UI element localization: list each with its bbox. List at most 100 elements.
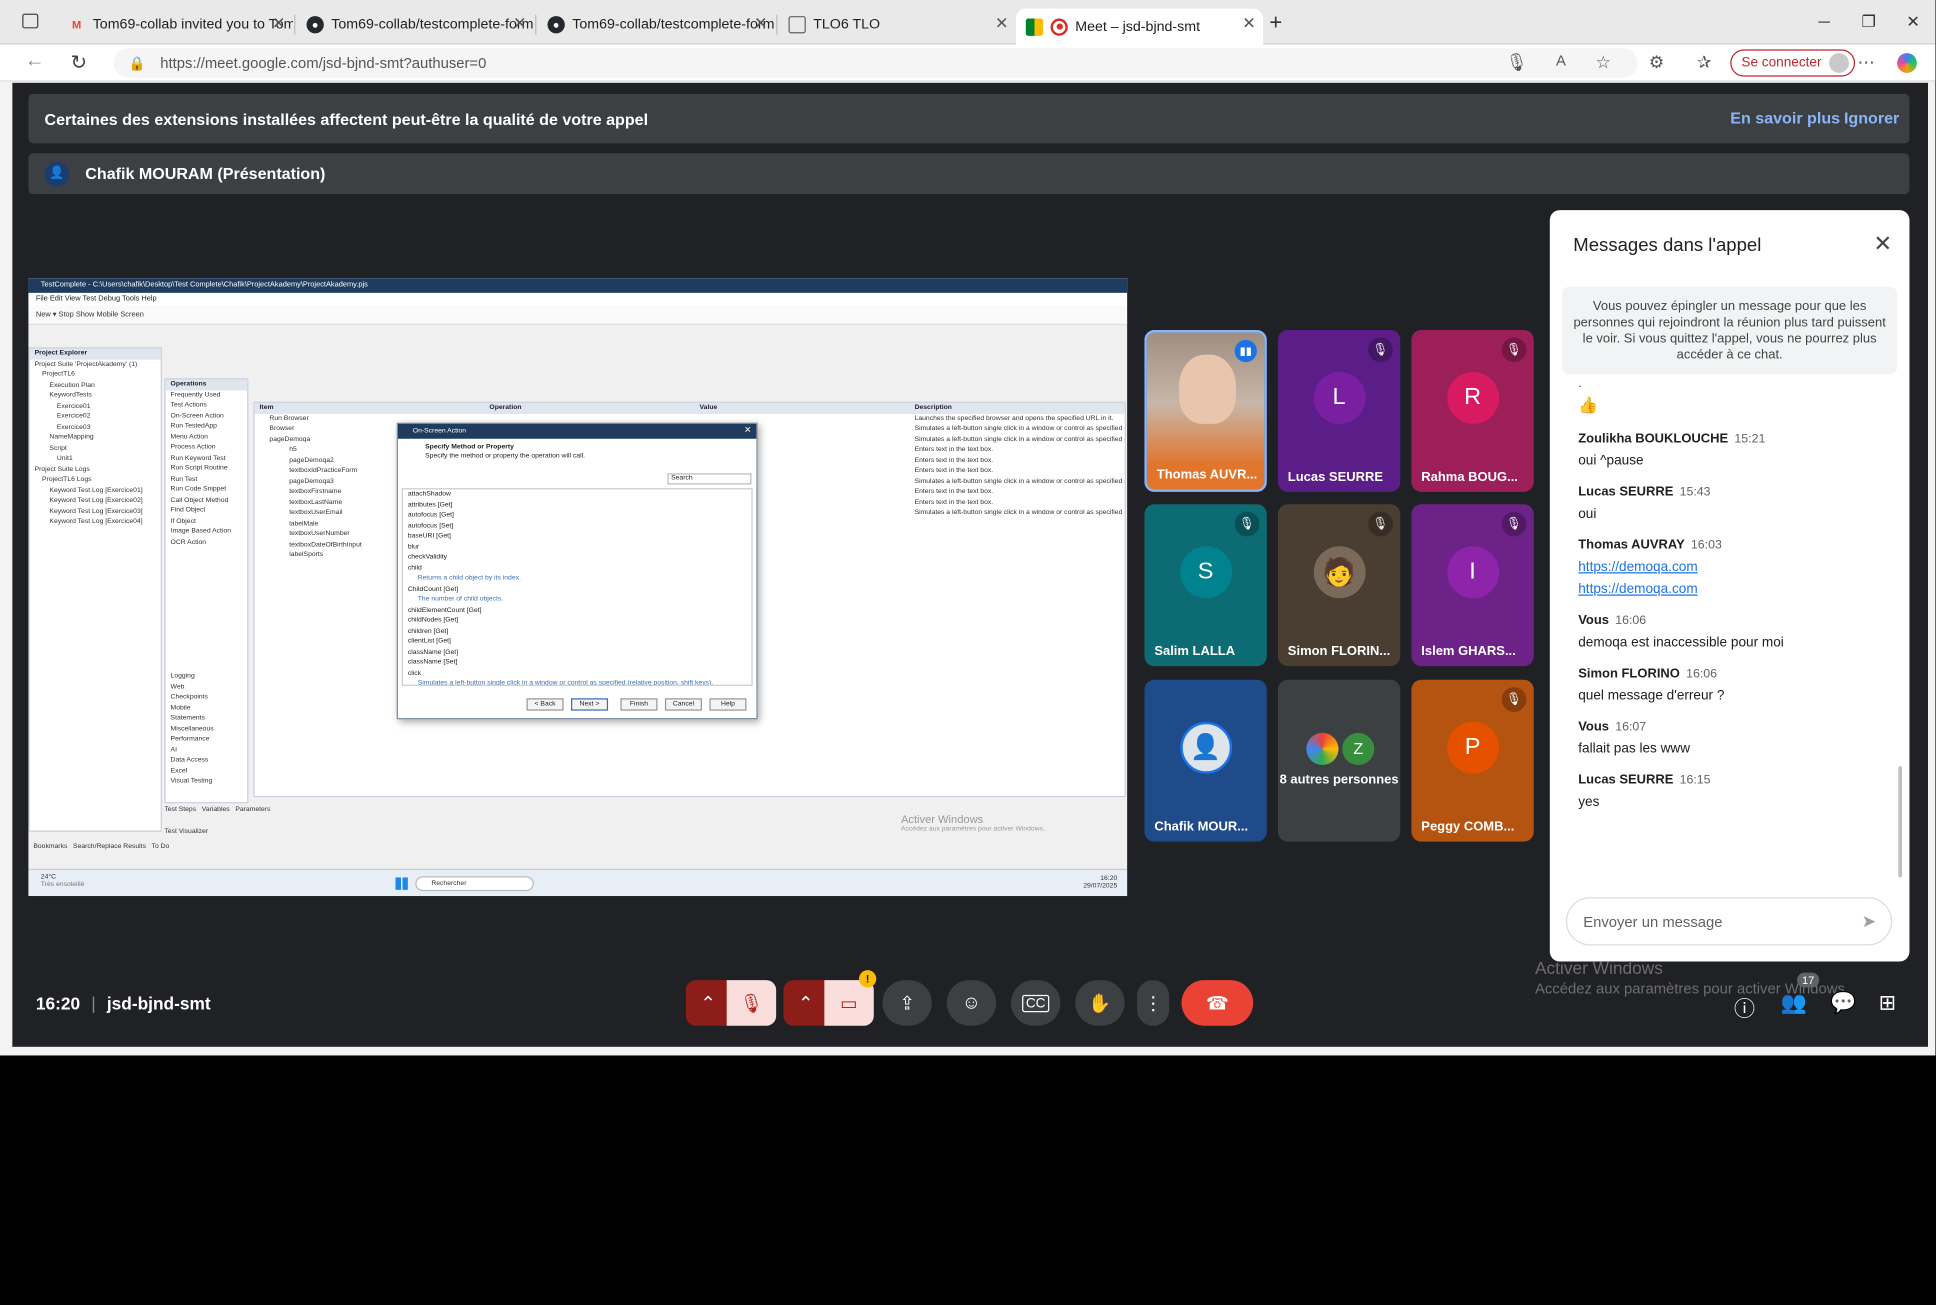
chat-scrollbar[interactable] (1898, 766, 1903, 878)
method-list-item[interactable]: autofocus [Get] (403, 510, 752, 521)
chat-message-link[interactable]: https://demoqa.com (1578, 582, 1894, 597)
operation-category[interactable]: Visual Testing (166, 776, 248, 787)
meeting-details-icon[interactable]: ⓘ (1734, 991, 1755, 1022)
raise-hand-button[interactable]: ✋ (1075, 980, 1125, 1026)
favorites-icon[interactable]: ✰ (1697, 52, 1712, 73)
operation-category[interactable]: AI (166, 745, 248, 756)
method-list-item[interactable]: checkValidity (403, 552, 752, 563)
method-list-item[interactable]: Returns a child object by its index. (403, 573, 752, 584)
copilot-icon[interactable] (1897, 53, 1917, 73)
close-tab-icon[interactable]: ✕ (272, 14, 285, 34)
operation-item[interactable]: OCR Action (166, 537, 248, 548)
dialog-close-icon[interactable]: ✕ (744, 425, 751, 435)
operation-category[interactable]: Miscellaneous (166, 724, 248, 735)
learn-more-link[interactable]: En savoir plus (1730, 109, 1840, 128)
operation-category[interactable]: Web (166, 682, 248, 693)
operation-item[interactable]: Menu Action (166, 432, 248, 443)
operation-item[interactable]: If Object (166, 516, 248, 527)
maximize-icon[interactable]: ❐ (1846, 0, 1890, 44)
operation-item[interactable]: Run TestedApp (166, 421, 248, 432)
operation-item[interactable]: On-Screen Action (166, 411, 248, 422)
participant-tile[interactable]: R 🎙 Rahma BOUG... (1411, 329, 1534, 492)
tab-tlo6[interactable]: TLO6 TLO ✕ (779, 9, 1016, 41)
project-tree-item[interactable]: Keyword Test Log [Exercice02] (30, 496, 161, 507)
dialog-next-button[interactable]: Next > (570, 698, 609, 711)
participant-tile[interactable]: P 🎙 Peggy COMB... (1411, 679, 1534, 842)
method-list-item[interactable]: child (403, 563, 752, 574)
project-tree-item[interactable]: Keyword Test Log [Exercice04] (30, 517, 161, 528)
ignore-button[interactable]: Ignorer (1844, 109, 1899, 128)
project-tree-item[interactable]: Project Suite 'ProjectAkademy' (1) (30, 359, 161, 370)
favorite-star-icon[interactable]: ☆ (1596, 52, 1612, 73)
operation-item[interactable]: Run Code Snippet (166, 484, 248, 495)
participant-tile[interactable]: Z 8 autres personnes (1277, 679, 1401, 842)
operation-item[interactable]: Find Object (166, 505, 248, 516)
read-aloud-icon[interactable]: A (1556, 52, 1566, 69)
operation-item[interactable]: Test Actions (166, 400, 248, 411)
method-list-item[interactable]: blur (403, 542, 752, 553)
back-icon[interactable]: ← (25, 51, 45, 73)
project-tree-item[interactable]: Project Suite Logs (30, 464, 161, 475)
operation-category[interactable]: Mobile (166, 703, 248, 714)
dialog-finish-button[interactable]: Finish (620, 698, 658, 711)
project-tree-item[interactable]: Keyword Test Log [Exercice01] (30, 485, 161, 496)
method-list-item[interactable]: Simulates a left-button single click in … (403, 679, 752, 685)
close-chat-icon[interactable]: ✕ (1874, 231, 1893, 257)
emoji-button[interactable]: ☺ (946, 980, 997, 1026)
method-list-item[interactable]: autofocus [Set] (403, 521, 752, 532)
project-tree-item[interactable]: Unit1 (30, 454, 161, 465)
close-tab-icon[interactable]: ✕ (995, 14, 1008, 34)
operation-item[interactable]: Run Script Routine (166, 463, 248, 474)
dialog-back-button[interactable]: < Back (526, 698, 564, 711)
method-list-item[interactable]: baseURI [Get] (403, 531, 752, 542)
project-tree-item[interactable]: Exercice02 (30, 412, 161, 423)
tab-meet[interactable]: Meet – jsd-bjnd-smt ✕ (1015, 8, 1264, 45)
video-options-button[interactable]: ⌃ (783, 980, 829, 1026)
close-window-icon[interactable]: ✕ (1891, 0, 1935, 44)
project-tree-item[interactable]: Exercice01 (30, 401, 161, 412)
chat-message-link[interactable]: https://demoqa.com (1578, 560, 1894, 575)
operation-category[interactable]: Excel (166, 766, 248, 777)
audio-options-button[interactable]: ⌃ (685, 980, 731, 1026)
minimize-icon[interactable]: ─ (1802, 0, 1846, 44)
site-info-icon[interactable]: 🔒 (129, 55, 146, 71)
operation-item[interactable]: Frequently Used (166, 390, 248, 401)
extensions-icon[interactable]: ⚙ (1649, 52, 1665, 73)
method-list-item[interactable]: className [Set] (403, 657, 752, 668)
reload-icon[interactable]: ↻ (70, 51, 87, 76)
present-button[interactable]: ⇪ (882, 980, 932, 1026)
close-tab-icon[interactable]: ✕ (754, 14, 767, 34)
sidebar-toggle-icon[interactable] (22, 13, 39, 29)
method-list-item[interactable]: click (403, 668, 752, 679)
project-tree-item[interactable]: Exercice03 (30, 422, 161, 433)
participant-tile[interactable]: L 🎙 Lucas SEURRE (1277, 329, 1401, 492)
operation-category[interactable]: Logging (166, 671, 248, 682)
operation-item[interactable]: Run Test (166, 474, 248, 485)
sign-in-button[interactable]: Se connecter (1730, 49, 1855, 77)
more-options-button[interactable]: ⋮ (1137, 980, 1170, 1026)
dialog-method-list[interactable]: attachShadow attributes [Get] autofocus [G… (401, 488, 753, 686)
tab-github-2[interactable]: ● Tom69-collab/testcomplete-form ✕ (538, 9, 775, 41)
operation-category[interactable]: Data Access (166, 755, 248, 766)
tab-gmail[interactable]: M Tom69-collab invited you to Tom69 ✕ (58, 9, 293, 41)
operation-item[interactable]: Process Action (166, 442, 248, 453)
new-tab-icon[interactable]: + (1269, 10, 1282, 36)
captions-button[interactable]: CC (1010, 980, 1061, 1026)
project-tree-item[interactable]: NameMapping (30, 433, 161, 444)
participant-tile[interactable]: 🧑 🎙 Simon FLORIN... (1277, 504, 1401, 667)
operation-item[interactable]: Call Object Method (166, 495, 248, 506)
project-tree-item[interactable]: ProjectTL6 Logs (30, 475, 161, 486)
participant-tile[interactable]: 👤 Chafik MOUR... (1144, 679, 1267, 842)
tab-github-1[interactable]: ● Tom69-collab/testcomplete-form ✕ (297, 9, 534, 41)
project-tree-item[interactable]: KeywordTests (30, 391, 161, 402)
participant-tile[interactable]: S 🎙 Salim LALLA (1144, 504, 1267, 667)
mic-toggle-button[interactable]: 🎙 (726, 980, 777, 1026)
project-tree-item[interactable]: Keyword Test Log [Exercice03] (30, 506, 161, 517)
method-list-item[interactable]: attributes [Get] (403, 500, 752, 511)
operation-item[interactable]: Image Based Action (166, 526, 248, 537)
operation-category[interactable]: Statements (166, 713, 248, 724)
method-list-item[interactable]: children [Get] (403, 626, 752, 637)
chat-icon[interactable]: 💬 (1830, 991, 1856, 1016)
chat-message-input[interactable]: Envoyer un message ➤ (1565, 897, 1893, 946)
dialog-cancel-button[interactable]: Cancel (664, 698, 702, 711)
